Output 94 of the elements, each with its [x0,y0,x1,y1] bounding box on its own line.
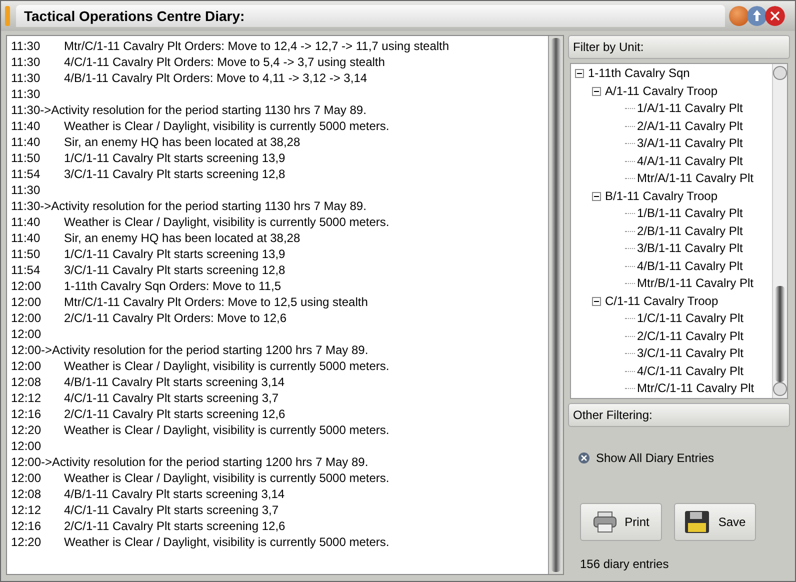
entry-time: 11:30 [11,182,42,198]
entry-text: 2/C/1-11 Cavalry Plt Orders: Move to 12,6 [64,310,287,326]
entry-time: 11:40 [11,214,42,230]
entry-text: 4/B/1-11 Cavalry Plt Orders: Move to 4,11 -> 3,12 -> 3,14 [64,70,368,86]
arrow-up-button[interactable] [747,6,767,26]
entry-text: Mtr/C/1-11 Cavalry Plt Orders: Move to 12,4 -> 12,7 -> 11,7 using stealth [64,38,450,54]
entry-text: 4/B/1-11 Cavalry Plt starts screening 3,14 [64,374,285,390]
entry-text: 3/C/1-11 Cavalry Plt starts screening 12,8 [64,262,286,278]
print-button[interactable]: Print [580,502,662,540]
entry-time: 12:00 [11,358,42,374]
entry-time: 12:16 [11,518,42,534]
scrollbar[interactable] [548,36,563,574]
tree-item[interactable]: 1-11th Cavalry Sqn [588,65,690,82]
entry-text: 4/B/1-11 Cavalry Plt starts screening 3,14 [64,486,285,502]
entry-time: 11:30 [11,86,42,102]
tree-item[interactable]: 1/A/1-11 Cavalry Plt [637,100,743,118]
entry-text: Weather is Clear / Daylight, visibility is currently 5000 meters. [64,470,390,486]
tree-item[interactable]: 3/C/1-11 Cavalry Plt [637,345,744,362]
entry-text: 4/C/1-11 Cavalry Plt starts screening 3,7 [64,390,279,406]
entry-time: 11:50 [11,246,42,262]
entry-time: 12:08 [11,374,42,390]
radio-button[interactable] [578,452,590,464]
option-label[interactable]: Show All Diary Entries [596,450,714,464]
entry-time: 11:40 [11,134,42,150]
entry-text: Weather is Clear / Daylight, visibility is currently 5000 meters. [64,118,390,134]
window-title: Tactical Operations Centre Diary: [16,5,725,27]
entry-time: 11:30 [11,38,42,54]
entry-time: 11:30 [11,54,42,70]
tree-item[interactable]: Mtr/C/1-11 Cavalry Plt [637,380,754,398]
entry-text: 4/C/1-11 Cavalry Plt starts screening 3,7 [64,502,279,518]
tree-item[interactable]: C/1-11 Cavalry Troop [605,292,718,310]
entry-time: 12:00 [11,470,42,486]
entry-time: 11:40 [11,118,42,134]
tree-item[interactable]: 1/B/1-11 Cavalry Plt [637,205,743,222]
collapse-icon[interactable] [592,192,601,201]
entry-time: 12:00 [11,278,42,294]
entry-text: 1-11th Cavalry Sqn Orders: Move to 11,5 [64,278,281,294]
diary-header: 11:30->Activity resolution for the period starting 1130 hrs 7 May 89. [11,102,366,118]
tree-item[interactable]: 3/B/1-11 Cavalry Plt [637,240,743,258]
entry-time: 11:54 [11,262,42,278]
tree-item[interactable]: B/1-11 Cavalry Troop [605,188,718,205]
entry-count: 156 diary entries [580,556,670,570]
collapse-icon[interactable] [592,86,601,96]
entry-time: 12:16 [11,406,42,422]
tree-item[interactable]: Mtr/A/1-11 Cavalry Plt [637,170,754,188]
entry-time: 11:30 [11,70,42,86]
tree-item[interactable]: 2/A/1-11 Cavalry Plt [637,118,743,135]
tree-item[interactable]: Mtr/B/1-11 Cavalry Plt [637,275,754,292]
diary-header: 12:00->Activity resolution for the period starting 1200 hrs 7 May 89. [11,454,368,470]
panel-title: Filter by Unit: [568,35,790,59]
entry-time: 12:00 [11,438,42,454]
panel-title: Other Filtering: [568,402,790,426]
entry-time: 12:00 [11,310,42,326]
minimize-button[interactable] [729,6,749,26]
entry-text: Sir, an enemy HQ has been located at 38,28 [64,230,300,246]
entry-text: Weather is Clear / Daylight, visibility is currently 5000 meters. [64,214,390,230]
scrollbar[interactable] [772,64,787,398]
tree-item[interactable]: 4/A/1-11 Cavalry Plt [637,152,743,170]
entry-text: 2/C/1-11 Cavalry Plt starts screening 12,6 [64,406,286,422]
entry-time: 12:00 [11,326,42,342]
close-button[interactable] [765,6,785,26]
entry-text: 3/C/1-11 Cavalry Plt starts screening 12,8 [64,166,286,182]
entry-time: 12:12 [11,390,42,406]
tree-item[interactable]: 2/C/1-11 Cavalry Plt [637,328,744,345]
tree-item[interactable]: 4/B/1-11 Cavalry Plt [637,258,743,275]
entry-text: Mtr/C/1-11 Cavalry Plt Orders: Move to 12,5 using stealth [64,294,368,310]
printer-icon [592,510,617,532]
entry-time: 11:54 [11,166,42,182]
entry-time: 11:40 [11,230,42,246]
entry-text: Sir, an enemy HQ has been located at 38,28 [64,134,300,150]
entry-time: 11:50 [11,150,42,166]
entry-text: Weather is Clear / Daylight, visibility is currently 5000 meters. [64,358,390,374]
diary-header: 11:30->Activity resolution for the period starting 1130 hrs 7 May 89. [11,198,366,214]
collapse-icon[interactable] [575,69,584,78]
entry-time: 12:12 [11,502,42,518]
entry-text: Weather is Clear / Daylight, visibility is currently 5000 meters. [64,422,390,438]
diary-header: 12:00->Activity resolution for the period starting 1200 hrs 7 May 89. [11,342,368,358]
entry-time: 12:20 [11,534,42,550]
entry-text: Weather is Clear / Daylight, visibility is currently 5000 meters. [64,534,390,550]
entry-text: 2/C/1-11 Cavalry Plt starts screening 12,6 [64,518,286,534]
title-accent-icon [5,6,10,26]
collapse-icon[interactable] [592,296,601,306]
entry-time: 12:00 [11,294,42,310]
tree-item[interactable]: 4/C/1-11 Cavalry Plt [637,362,744,380]
tree-item[interactable]: A/1-11 Cavalry Troop [605,82,718,100]
save-button[interactable]: Save [674,502,756,540]
tree-item[interactable]: 3/A/1-11 Cavalry Plt [637,135,743,152]
entry-time: 12:08 [11,486,42,502]
entry-text: 1/C/1-11 Cavalry Plt starts screening 13,9 [64,150,286,166]
entry-time: 12:20 [11,422,42,438]
tree-item[interactable]: 1/C/1-11 Cavalry Plt [637,310,744,328]
entry-text: 1/C/1-11 Cavalry Plt starts screening 13,9 [64,246,286,262]
entry-text: 4/C/1-11 Cavalry Plt Orders: Move to 5,4 -> 3,7 using stealth [64,54,385,70]
tree-item[interactable]: 2/B/1-11 Cavalry Plt [637,222,743,240]
